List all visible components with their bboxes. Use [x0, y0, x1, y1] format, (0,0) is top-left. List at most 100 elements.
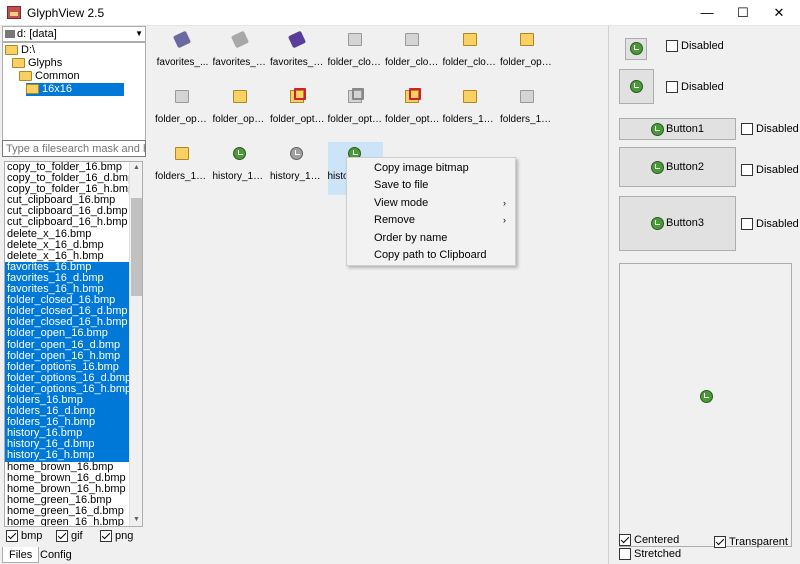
list-item[interactable]: history_16_h.bmp — [5, 450, 129, 462]
list-item[interactable]: favorites_16.bmp — [5, 261, 129, 273]
thumbnail-cell[interactable]: favorites_... — [155, 28, 210, 81]
list-item[interactable]: history_16.bmp — [5, 428, 129, 440]
filter-png-checkbox[interactable]: png — [100, 530, 133, 543]
centered-checkbox[interactable]: Centered — [619, 534, 679, 547]
list-item[interactable]: cut_clipboard_16_h.bmp — [5, 217, 129, 228]
list-item[interactable]: home_brown_16_d.bmp — [5, 473, 129, 484]
list-item[interactable]: home_green_16.bmp — [5, 495, 129, 506]
thumbnail-cell[interactable]: folder_opti... — [328, 85, 383, 138]
menu-item[interactable]: Order by name — [347, 230, 515, 247]
menu-item[interactable]: Save to file — [347, 177, 515, 194]
thumbnail-grid[interactable]: favorites_... favorites_1... favorites_1..… — [150, 26, 605, 564]
maximize-button[interactable]: ☐ — [726, 0, 760, 26]
thumbnail-cell[interactable]: favorites_1... — [270, 28, 325, 81]
thumbnail-cell[interactable]: folder_ope... — [500, 28, 555, 81]
favorites-icon — [230, 30, 249, 49]
thumbnail-cell[interactable]: folder_clos... — [328, 28, 383, 81]
window-title: GlyphView 2.5 — [27, 6, 105, 20]
button1[interactable]: Button1 — [619, 118, 736, 140]
thumbnail-cell[interactable]: folders_16... — [500, 85, 555, 138]
list-item[interactable]: favorites_16_d.bmp — [5, 272, 129, 285]
icon-button-large[interactable] — [619, 69, 654, 104]
tree-node[interactable]: 16x16 — [26, 83, 124, 96]
menu-item[interactable]: Remove › — [347, 212, 515, 229]
button3[interactable]: Button3 — [619, 196, 736, 251]
drive-select[interactable]: d: [data] ▼ — [2, 26, 146, 42]
menu-item[interactable]: Copy path to Clipboard — [347, 247, 515, 264]
list-item[interactable]: cut_clipboard_16.bmp — [5, 195, 129, 206]
thumbnail-cell[interactable]: folder_opti... — [270, 85, 325, 138]
folder-tree[interactable]: D:\ Glyphs Common 16x16 — [2, 42, 146, 154]
list-item[interactable]: folder_closed_16_d.bmp — [5, 306, 129, 318]
list-item[interactable]: folder_options_16_h.bmp — [5, 383, 129, 395]
menu-item[interactable]: Copy image bitmap — [347, 160, 515, 177]
tree-node[interactable]: Glyphs — [12, 57, 62, 70]
list-item[interactable]: folder_open_16_d.bmp — [5, 339, 129, 351]
list-item[interactable]: delete_x_16.bmp — [5, 229, 129, 240]
list-item[interactable]: delete_x_16_h.bmp — [5, 251, 129, 262]
transparent-checkbox[interactable]: Transparent — [714, 536, 788, 549]
disabled-checkbox-1[interactable]: Disabled — [666, 40, 724, 53]
thumbnail-cell[interactable]: favorites_1... — [213, 28, 268, 81]
thumbnail-cell[interactable]: history_16.... — [213, 142, 268, 195]
thumbnail-cell[interactable]: folder_ope... — [155, 85, 210, 138]
scroll-down-icon[interactable]: ▼ — [130, 514, 142, 526]
list-item[interactable]: favorites_16_h.bmp — [5, 284, 129, 296]
thumbnail-cell[interactable]: folders_16... — [155, 142, 210, 195]
tree-node[interactable]: D:\ — [5, 44, 35, 57]
menu-item[interactable]: View mode › — [347, 195, 515, 212]
list-item[interactable]: delete_x_16_d.bmp — [5, 240, 129, 251]
file-list[interactable]: copy_to_folder_16.bmp copy_to_folder_16_d… — [4, 161, 143, 527]
thumbnail-label: folder_clos... — [385, 57, 440, 68]
scrollbar-thumb[interactable] — [131, 198, 142, 296]
list-item[interactable]: copy_to_folder_16.bmp — [5, 162, 129, 173]
list-item[interactable]: home_brown_16.bmp — [5, 462, 129, 473]
thumbnail-cell[interactable]: folder_opti... — [385, 85, 440, 138]
folder-icon — [520, 33, 534, 46]
stretched-checkbox[interactable]: Stretched — [619, 548, 681, 561]
list-item[interactable]: copy_to_folder_16_d.bmp — [5, 173, 129, 184]
search-input[interactable] — [2, 140, 146, 157]
thumbnail-label: folders_16... — [155, 171, 210, 182]
filter-bmp-checkbox[interactable]: bmp — [6, 530, 42, 543]
list-item[interactable]: folder_open_16.bmp — [5, 328, 129, 340]
thumbnail-cell[interactable]: history_16.... — [270, 142, 325, 195]
list-item[interactable]: folder_closed_16.bmp — [5, 295, 129, 307]
list-item[interactable]: folders_16_h.bmp — [5, 417, 129, 429]
thumbnail-cell[interactable]: folders_16.... — [443, 85, 498, 138]
favorites-icon — [172, 30, 192, 49]
list-item[interactable]: home_brown_16_h.bmp — [5, 484, 129, 495]
scroll-up-icon[interactable]: ▲ — [130, 162, 142, 174]
icon-button-small[interactable] — [625, 38, 647, 60]
thumbnail-label: history_16.... — [270, 171, 325, 182]
list-item[interactable]: folders_16_d.bmp — [5, 406, 129, 418]
disabled-checkbox-5[interactable]: Disabled — [741, 218, 799, 231]
list-item[interactable]: folder_options_16_d.bmp — [5, 372, 129, 384]
close-button[interactable]: ✕ — [762, 0, 796, 26]
button2[interactable]: Button2 — [619, 147, 736, 187]
thumbnail-label: favorites_1... — [212, 57, 268, 68]
list-item[interactable]: folders_16.bmp — [5, 394, 129, 407]
list-item[interactable]: home_green_16_h.bmp — [5, 517, 129, 526]
tab-config[interactable]: Config — [34, 547, 78, 563]
disabled-checkbox-3[interactable]: Disabled — [741, 123, 799, 136]
tree-node[interactable]: Common — [19, 70, 80, 83]
thumbnail-label: folder_opti... — [270, 114, 325, 125]
filter-gif-checkbox[interactable]: gif — [56, 530, 83, 543]
thumbnail-label: folders_16... — [500, 114, 555, 125]
list-item[interactable]: folder_closed_16_h.bmp — [5, 317, 129, 329]
thumbnail-cell[interactable]: folder_clos... — [443, 28, 498, 81]
list-item[interactable]: copy_to_folder_16_h.bmp — [5, 184, 129, 195]
list-item[interactable]: cut_clipboard_16_d.bmp — [5, 206, 129, 217]
thumbnail-cell[interactable]: folder_clos... — [385, 28, 440, 81]
disabled-checkbox-2[interactable]: Disabled — [666, 81, 724, 94]
list-item[interactable]: history_16_d.bmp — [5, 439, 129, 451]
list-item[interactable]: home_green_16_d.bmp — [5, 506, 129, 517]
file-list-scrollbar[interactable]: ▲ ▼ — [129, 162, 142, 526]
list-item[interactable]: folder_options_16.bmp — [5, 361, 129, 373]
list-item[interactable]: folder_open_16_h.bmp — [5, 350, 129, 362]
thumbnail-cell[interactable]: folder_ope... — [213, 85, 268, 138]
folder-icon — [232, 90, 247, 103]
minimize-button[interactable]: — — [690, 0, 724, 26]
disabled-checkbox-4[interactable]: Disabled — [741, 164, 799, 177]
